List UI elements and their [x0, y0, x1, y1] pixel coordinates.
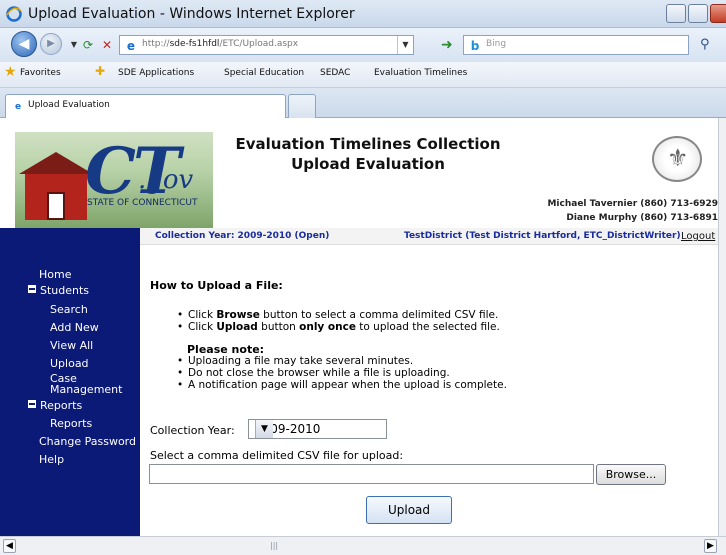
- sidebar-item-search[interactable]: Search: [50, 303, 88, 316]
- note-item: Do not close the browser while a file is…: [177, 367, 507, 379]
- contact-2: Diane Murphy (860) 713-6891: [566, 213, 718, 223]
- sidebar-item-case-management[interactable]: Case Management: [50, 373, 122, 395]
- favorites-button[interactable]: Favorites: [20, 68, 61, 78]
- state-label: STATE OF CONNECTICUT: [87, 198, 198, 208]
- state-band: STATE OF CONNECTICUT: [15, 192, 213, 214]
- search-placeholder: Bing: [486, 39, 507, 49]
- maximize-button[interactable]: [688, 4, 708, 23]
- search-icon[interactable]: ⚲: [700, 37, 710, 52]
- new-tab-button[interactable]: [288, 94, 316, 118]
- page-icon: e: [126, 39, 136, 53]
- refresh-icon[interactable]: ⟳: [80, 37, 96, 53]
- window-title: Upload Evaluation - Windows Internet Exp…: [28, 6, 355, 22]
- note-item: Uploading a file may take several minute…: [177, 355, 507, 367]
- scroll-thumb-grip[interactable]: |||: [270, 541, 278, 550]
- app-title-line1: Evaluation Timelines Collection: [235, 135, 501, 153]
- back-arrow-icon: ◀: [18, 36, 30, 52]
- page-viewport: CT .gov STATE OF CONNECTICUT Evaluation …: [0, 118, 718, 536]
- back-button[interactable]: ◀: [11, 31, 37, 57]
- horizontal-scrollbar[interactable]: ◀ ||| ▶: [0, 536, 726, 555]
- sidebar-section-students[interactable]: Students: [28, 284, 89, 297]
- tab-bar: e Upload Evaluation: [0, 88, 726, 118]
- add-favorite-icon[interactable]: ✚: [95, 64, 105, 78]
- upload-button[interactable]: Upload: [366, 496, 452, 524]
- tab-upload-evaluation[interactable]: e Upload Evaluation: [5, 94, 286, 118]
- sidebar-item-reports[interactable]: Reports: [50, 417, 92, 430]
- step-1: Click Browse button to select a comma de…: [177, 309, 500, 321]
- forward-button[interactable]: ▶: [40, 33, 62, 55]
- collapse-icon: [28, 400, 36, 408]
- sidebar-item-change-password[interactable]: Change Password: [39, 435, 136, 448]
- file-path-input[interactable]: [149, 464, 594, 484]
- close-window-button[interactable]: [710, 4, 726, 23]
- page-title: Evaluation Timelines Collection Upload E…: [213, 134, 523, 174]
- search-box[interactable]: b Bing: [463, 35, 689, 55]
- favorites-bar: ★ Favorites ✚ SDE Applications Special E…: [0, 62, 726, 88]
- address-bar[interactable]: e http://sde-fs1hfdl/ETC/Upload.aspx ▼: [119, 35, 414, 55]
- collection-year-status: Collection Year: 2009-2010 (Open): [155, 231, 330, 241]
- step-2: Click Upload button only once to upload …: [177, 321, 500, 333]
- forward-arrow-icon: ▶: [47, 38, 55, 49]
- minimize-button[interactable]: [666, 4, 686, 23]
- scroll-right-icon[interactable]: ▶: [704, 539, 717, 553]
- favorite-special-education[interactable]: Special Education: [224, 68, 304, 78]
- note-item: A notification page will appear when the…: [177, 379, 507, 391]
- browse-button[interactable]: Browse...: [596, 464, 666, 485]
- tab-label: Upload Evaluation: [28, 100, 110, 110]
- ie-icon: [6, 6, 22, 22]
- chevron-down-icon: ▼: [255, 420, 273, 438]
- favorite-evaluation-timelines[interactable]: Evaluation Timelines: [374, 68, 467, 78]
- app-title-line2: Upload Evaluation: [291, 155, 445, 173]
- sidebar-item-help[interactable]: Help: [39, 453, 64, 466]
- go-arrow-icon[interactable]: ➜: [441, 37, 453, 53]
- logout-link[interactable]: Logout: [681, 231, 715, 242]
- instructions-heading: How to Upload a File:: [150, 279, 283, 292]
- tab-page-icon: e: [14, 102, 22, 112]
- sidebar-item-upload[interactable]: Upload: [50, 357, 89, 370]
- file-select-label: Select a comma delimited CSV file for up…: [150, 449, 404, 462]
- logo-gov-text: .gov: [138, 165, 194, 195]
- instruction-steps: Click Browse button to select a comma de…: [177, 309, 500, 333]
- sidebar-item-view-all[interactable]: View All: [50, 339, 93, 352]
- state-seal-icon: [652, 136, 702, 182]
- favorite-sedac[interactable]: SEDAC: [320, 68, 350, 78]
- vertical-scrollbar[interactable]: [718, 118, 726, 536]
- bing-icon: b: [470, 39, 480, 53]
- collection-year-select[interactable]: 2009-2010 ▼: [248, 419, 387, 439]
- collection-year-label: Collection Year:: [150, 424, 235, 437]
- site-header: CT .gov STATE OF CONNECTICUT Evaluation …: [0, 118, 718, 228]
- sidebar-item-home[interactable]: Home: [39, 268, 71, 281]
- favorites-star-icon: ★: [4, 64, 17, 80]
- scroll-left-icon[interactable]: ◀: [3, 539, 16, 553]
- sidebar-section-reports[interactable]: Reports: [28, 399, 82, 412]
- contacts: Michael Tavernier (860) 713-6929 Diane M…: [547, 197, 718, 225]
- window-titlebar: Upload Evaluation - Windows Internet Exp…: [0, 0, 726, 28]
- address-dropdown-icon[interactable]: ▼: [397, 36, 413, 54]
- district-info: TestDistrict (Test District Hartford, ET…: [404, 231, 681, 241]
- contact-1: Michael Tavernier (860) 713-6929: [547, 199, 718, 209]
- collapse-icon: [28, 285, 36, 293]
- navigation-bar: ◀ ▶ ▼ ⟳ ✕ e http://sde-fs1hfdl/ETC/Uploa…: [0, 28, 726, 62]
- sidebar-item-add-new[interactable]: Add New: [50, 321, 99, 334]
- note-list: Uploading a file may take several minute…: [177, 355, 507, 391]
- address-text: http://sde-fs1hfdl/ETC/Upload.aspx: [142, 39, 299, 49]
- sidebar: Home Students Search Add New View All Up…: [0, 228, 140, 536]
- favorite-sde-applications[interactable]: SDE Applications: [118, 68, 194, 78]
- stop-icon[interactable]: ✕: [99, 37, 115, 53]
